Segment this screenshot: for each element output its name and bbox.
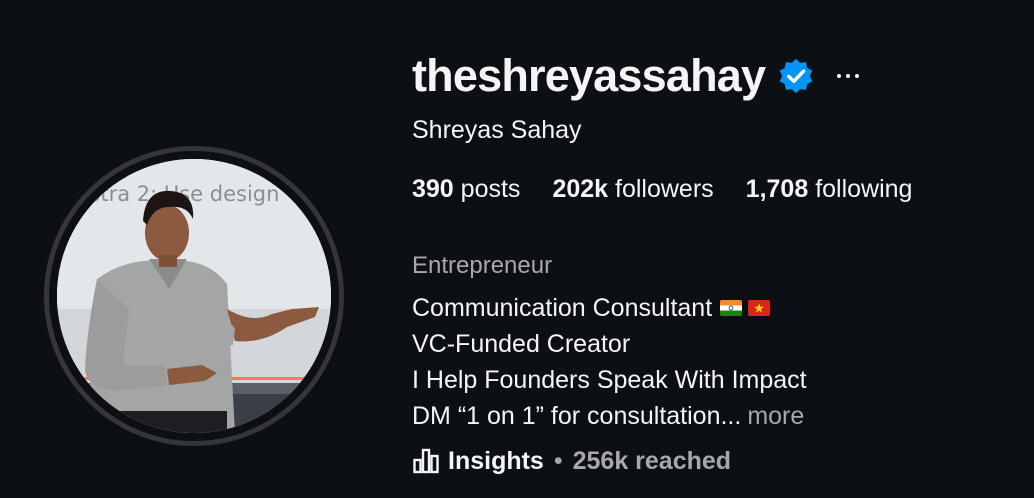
- verified-badge-icon: [779, 58, 813, 94]
- bio-line: VC-Funded Creator: [412, 326, 807, 362]
- avatar-photo: Stra 2: Use design: [57, 159, 331, 433]
- bio-line: I Help Founders Speak With Impact: [412, 362, 807, 398]
- bio: Communication Consultant VC-Funded Creat…: [412, 290, 807, 434]
- followers-label: followers: [615, 175, 714, 203]
- posts-count[interactable]: 390 posts: [412, 172, 520, 206]
- following-link[interactable]: 1,708 following: [746, 172, 913, 206]
- insights-label: Insights: [448, 447, 544, 475]
- bio-line-2: VC-Funded Creator: [412, 330, 631, 358]
- india-flag-icon: [720, 300, 743, 316]
- profile-category: Entrepreneur: [412, 252, 553, 279]
- bio-line-1: Communication Consultant: [412, 294, 713, 322]
- posts-count-value: 390: [412, 175, 454, 203]
- followers-count-value: 202k: [552, 175, 609, 203]
- full-name: Shreyas Sahay: [412, 116, 582, 144]
- bio-line-4: DM “1 on 1” for consultation...: [412, 402, 742, 430]
- vietnam-flag-icon: [748, 300, 771, 316]
- bar-chart-icon: [413, 448, 439, 474]
- following-count-value: 1,708: [745, 175, 809, 203]
- username: theshreyassahay: [412, 50, 766, 101]
- more-options-button[interactable]: [837, 71, 860, 81]
- ellipsis-icon: [837, 74, 842, 78]
- username-row: theshreyassahay: [412, 46, 860, 106]
- separator-dot: •: [553, 447, 563, 475]
- bio-more-link[interactable]: more: [747, 398, 804, 434]
- insights-row: Insights • 256k reached: [412, 444, 731, 478]
- bio-line: DM “1 on 1” for consultation... more: [412, 398, 807, 434]
- profile-stats: 390 posts 202k followers 1,708 following: [412, 172, 912, 206]
- following-label: following: [815, 175, 913, 203]
- followers-link[interactable]: 202k followers: [552, 172, 713, 206]
- avatar[interactable]: Stra 2: Use design: [57, 159, 331, 433]
- accounts-reached: 256k reached: [572, 447, 732, 475]
- bio-line-3: I Help Founders Speak With Impact: [412, 366, 807, 394]
- posts-count-label: posts: [460, 175, 521, 203]
- insights-button[interactable]: Insights: [412, 444, 544, 478]
- profile-header: Stra 2: Use design theshreyassahay Shrey…: [0, 0, 1034, 498]
- bio-line: Communication Consultant: [412, 290, 807, 326]
